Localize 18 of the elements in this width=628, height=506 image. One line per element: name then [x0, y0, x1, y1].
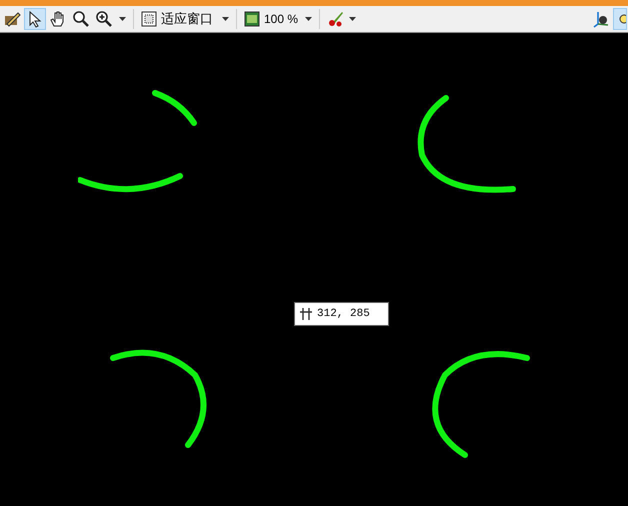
- zoom-in-icon: [95, 10, 113, 28]
- crosshair-icon: [299, 307, 313, 321]
- caret-icon: [349, 17, 356, 21]
- caret-icon: [118, 17, 126, 21]
- light-button[interactable]: [613, 8, 627, 30]
- fit-window-dropdown[interactable]: 适应窗口: [139, 8, 231, 30]
- caret-icon: [222, 17, 229, 21]
- pencil-icon: [3, 10, 21, 28]
- paint-brush-icon: [327, 10, 345, 28]
- caret-icon: [305, 17, 312, 21]
- coordinate-text: 312, 285: [317, 306, 370, 322]
- axes-sphere-icon: [592, 10, 610, 28]
- magnifier-icon: [72, 10, 90, 28]
- pointer-icon: [27, 10, 43, 28]
- zoom-level-dropdown[interactable]: 100 %: [242, 8, 314, 30]
- picture-frame-icon: [244, 11, 260, 27]
- tool-button[interactable]: [24, 8, 46, 30]
- fit-window-icon: [141, 11, 157, 27]
